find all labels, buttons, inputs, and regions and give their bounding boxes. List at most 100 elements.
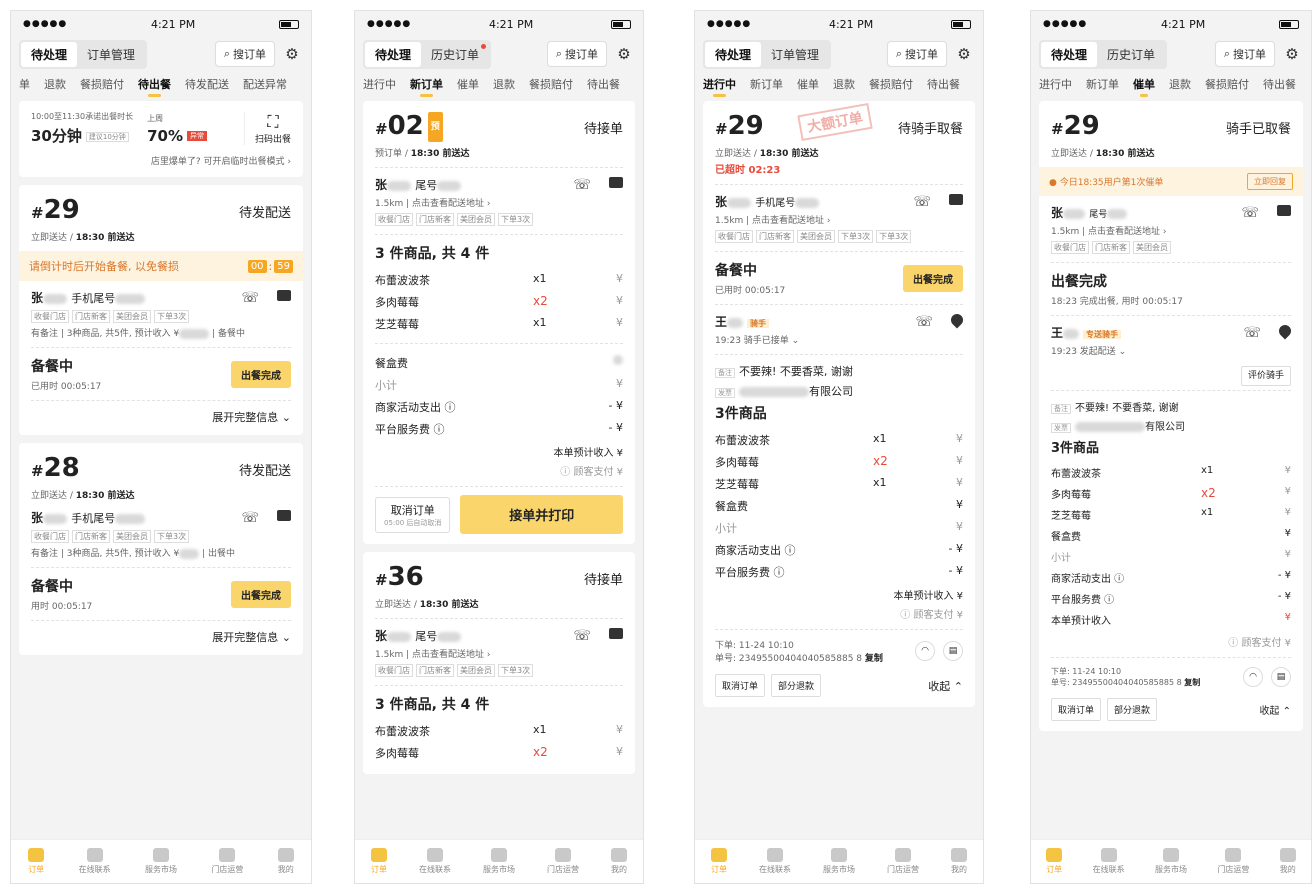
nav-chat[interactable]: 在线联系 xyxy=(79,848,111,875)
nav-me[interactable]: 我的 xyxy=(277,848,294,875)
nav-me[interactable]: 我的 xyxy=(1279,848,1296,875)
reply-button[interactable]: 立即回复 xyxy=(1247,173,1293,190)
phone-icon[interactable]: ☏ xyxy=(1241,205,1259,221)
search-button[interactable]: ⌕ 搜订单 xyxy=(1214,41,1275,67)
tab-waiting-meal[interactable]: 待出餐 xyxy=(1263,76,1296,96)
nav-orders[interactable]: 订单 xyxy=(711,848,727,875)
distance-link[interactable]: 1.5km | 点击查看配送地址 › xyxy=(715,213,963,226)
nav-operation[interactable]: 门店运营 xyxy=(887,848,919,875)
tab-ongoing[interactable]: 进行中 xyxy=(1039,76,1072,96)
tab-urge[interactable]: 催单 xyxy=(457,76,479,96)
tab-ongoing[interactable]: 进行中 xyxy=(703,76,736,97)
nav-operation[interactable]: 门店运营 xyxy=(211,848,243,875)
nav-me[interactable]: 我的 xyxy=(951,848,967,875)
tab-refund[interactable]: 退款 xyxy=(44,76,66,96)
headset-icon[interactable]: ◠ xyxy=(1243,667,1263,687)
collapse-button[interactable]: 收起 ⌃ xyxy=(928,678,963,694)
nav-orders[interactable]: 订单 xyxy=(28,848,45,875)
tab-refund[interactable]: 退款 xyxy=(1169,76,1191,96)
nav-chat[interactable]: 在线联系 xyxy=(759,848,791,875)
phone-icon[interactable]: ☏ xyxy=(241,290,259,306)
nav-me[interactable]: 我的 xyxy=(611,848,627,875)
phone-icon[interactable]: ☏ xyxy=(915,314,933,330)
chat-icon[interactable] xyxy=(609,176,623,188)
nav-chat[interactable]: 在线联系 xyxy=(419,848,451,875)
tab-order[interactable]: 单 xyxy=(19,76,30,96)
gear-icon[interactable]: ⚙ xyxy=(953,45,975,63)
chat-icon[interactable] xyxy=(949,193,963,205)
collapse-button[interactable]: 收起 ⌃ xyxy=(1259,702,1291,717)
chat-icon[interactable] xyxy=(609,627,623,639)
segment-pending[interactable]: 待处理 xyxy=(365,41,422,67)
search-button[interactable]: ⌕ 搜订单 xyxy=(546,41,607,67)
cancel-order-button[interactable]: 取消订单 xyxy=(1051,698,1102,721)
phone-icon[interactable]: ☏ xyxy=(913,194,931,210)
partial-refund-button[interactable]: 部分退款 xyxy=(771,674,822,697)
chat-icon[interactable] xyxy=(277,289,291,301)
printer-icon[interactable]: ▤ xyxy=(1271,667,1291,687)
distance-link[interactable]: 1.5km | 点击查看配送地址 › xyxy=(375,647,623,660)
tab-waiting-meal[interactable]: 待出餐 xyxy=(587,76,620,96)
tab-delivery-exception[interactable]: 配送异常 xyxy=(243,76,287,96)
tab-waiting-delivery[interactable]: 待发配送 xyxy=(185,76,229,96)
location-icon[interactable] xyxy=(1276,322,1294,339)
nav-market[interactable]: 服务市场 xyxy=(823,848,855,875)
tab-ongoing[interactable]: 进行中 xyxy=(363,76,396,96)
partial-refund-button[interactable]: 部分退款 xyxy=(1107,698,1158,721)
meal-done-button[interactable]: 出餐完成 xyxy=(903,264,963,292)
tab-compensation[interactable]: 餐损赔付 xyxy=(80,76,124,96)
segment-history[interactable]: 历史订单 xyxy=(421,42,489,67)
phone-icon[interactable]: ☏ xyxy=(241,510,259,526)
phone-icon[interactable]: ☏ xyxy=(573,628,591,644)
nav-chat[interactable]: 在线联系 xyxy=(1093,848,1125,875)
rider-time[interactable]: 19:23 骑手已接单 ⌄ xyxy=(715,333,963,346)
nav-operation[interactable]: 门店运营 xyxy=(547,848,579,875)
location-icon[interactable] xyxy=(948,311,966,328)
rider-time[interactable]: 19:23 发起配送 ⌄ xyxy=(1051,344,1291,357)
tab-waiting-meal[interactable]: 待出餐 xyxy=(927,76,960,96)
gear-icon[interactable]: ⚙ xyxy=(1281,45,1303,63)
chat-icon[interactable] xyxy=(277,509,291,521)
nav-orders[interactable]: 订单 xyxy=(371,848,387,875)
expand-button[interactable]: 展开完整信息 ⌄ xyxy=(31,409,291,425)
tab-urge[interactable]: 催单 xyxy=(1133,76,1155,97)
temp-mode-link[interactable]: 店里爆单了? 可开启临时出餐模式 › xyxy=(31,154,291,167)
tab-new[interactable]: 新订单 xyxy=(1086,76,1119,96)
gear-icon[interactable]: ⚙ xyxy=(281,45,303,63)
tab-new[interactable]: 新订单 xyxy=(750,76,783,96)
copy-button[interactable]: 复制 xyxy=(1184,678,1200,687)
cancel-order-button[interactable]: 取消订单 xyxy=(715,674,766,697)
distance-link[interactable]: 1.5km | 点击查看配送地址 › xyxy=(375,196,623,209)
segment-pending[interactable]: 待处理 xyxy=(21,41,78,67)
tab-refund[interactable]: 退款 xyxy=(833,76,855,96)
tab-compensation[interactable]: 餐损赔付 xyxy=(529,76,573,96)
cancel-order-button[interactable]: 取消订单 05:00 后自动取消 xyxy=(375,496,451,533)
copy-button[interactable]: 复制 xyxy=(865,654,883,664)
meal-done-button[interactable]: 出餐完成 xyxy=(231,360,291,388)
gear-icon[interactable]: ⚙ xyxy=(613,45,635,63)
phone-icon[interactable]: ☏ xyxy=(573,177,591,193)
tab-urge[interactable]: 催单 xyxy=(797,76,819,96)
distance-link[interactable]: 1.5km | 点击查看配送地址 › xyxy=(1051,224,1291,237)
nav-market[interactable]: 服务市场 xyxy=(483,848,515,875)
tab-refund[interactable]: 退款 xyxy=(493,76,515,96)
chat-icon[interactable] xyxy=(1277,204,1291,216)
segment-pending[interactable]: 待处理 xyxy=(1041,41,1098,67)
expand-button[interactable]: 展开完整信息 ⌄ xyxy=(31,629,291,645)
rate-rider-button[interactable]: 评价骑手 xyxy=(1240,366,1291,386)
segment-pending[interactable]: 待处理 xyxy=(705,41,762,67)
nav-market[interactable]: 服务市场 xyxy=(145,848,177,875)
nav-market[interactable]: 服务市场 xyxy=(1155,848,1187,875)
tab-waiting-meal[interactable]: 待出餐 xyxy=(138,76,171,97)
printer-icon[interactable]: ▤ xyxy=(943,641,963,661)
accept-print-button[interactable]: 接单并打印 xyxy=(460,495,623,534)
search-button[interactable]: ⌕ 搜订单 xyxy=(886,41,947,67)
headset-icon[interactable]: ◠ xyxy=(915,641,935,661)
nav-operation[interactable]: 门店运营 xyxy=(1217,848,1249,875)
phone-icon[interactable]: ☏ xyxy=(1243,325,1261,341)
segment-orders[interactable]: 订单管理 xyxy=(761,42,829,67)
scan-button[interactable]: ⛶ 扫码出餐 xyxy=(243,112,291,145)
tab-compensation[interactable]: 餐损赔付 xyxy=(869,76,913,96)
segment-orders[interactable]: 订单管理 xyxy=(77,42,145,67)
segment-history[interactable]: 历史订单 xyxy=(1097,42,1165,67)
